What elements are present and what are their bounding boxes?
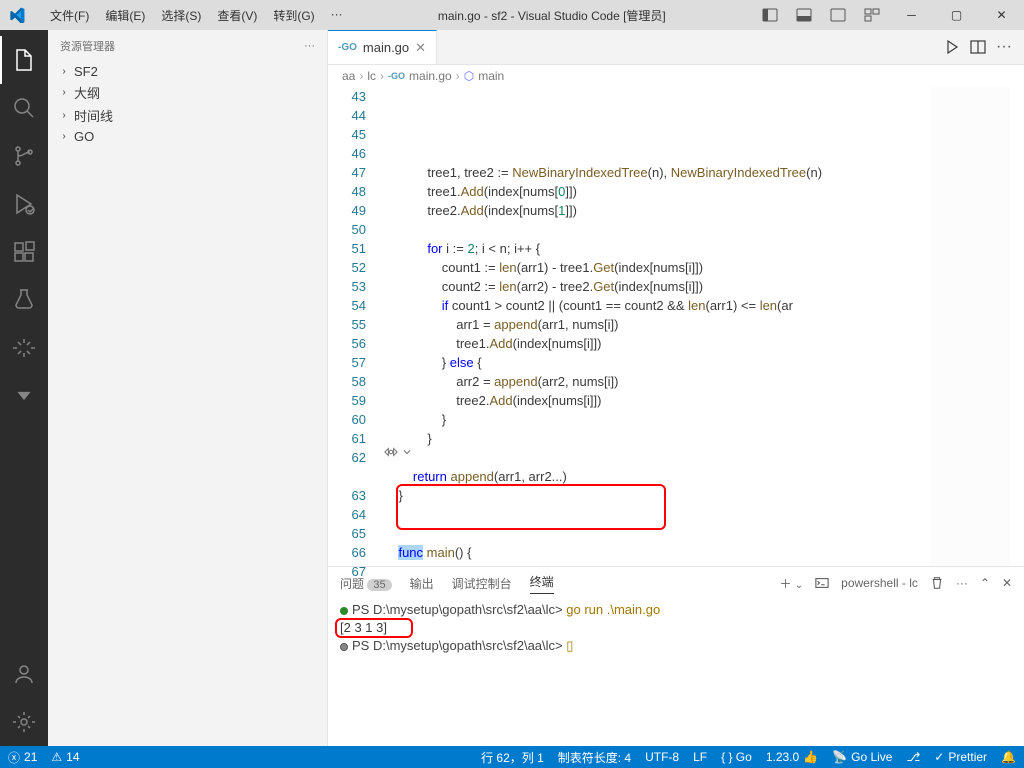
run-debug-icon[interactable] bbox=[0, 180, 48, 228]
status-eol[interactable]: LF bbox=[693, 750, 707, 764]
sidebar-item-sf2[interactable]: ›SF2 bbox=[48, 62, 327, 81]
maximize-button[interactable]: ▢ bbox=[934, 0, 979, 30]
panel-tab-terminal[interactable]: 终端 bbox=[530, 573, 554, 594]
menu-more[interactable]: ··· bbox=[323, 7, 351, 24]
go-file-icon: -GO bbox=[338, 42, 357, 53]
status-bell-icon[interactable]: 🔔 bbox=[1001, 750, 1016, 764]
window-title: main.go - sf2 - Visual Studio Code [管理员] bbox=[351, 7, 753, 24]
extensions-icon[interactable] bbox=[0, 228, 48, 276]
breadcrumb[interactable]: aa› lc› -GOmain.go› ⬡main bbox=[328, 65, 1024, 87]
terminal[interactable]: PS D:\mysetup\gopath\src\sf2\aa\lc> go r… bbox=[328, 599, 1024, 746]
vscode-logo-icon bbox=[0, 7, 34, 23]
panel: 问题 35 输出 调试控制台 终端 ＋ ⌄ powershell - lc ··… bbox=[328, 566, 1024, 746]
layout-sidebar-left-icon[interactable] bbox=[753, 7, 787, 23]
terminal-profile-icon[interactable] bbox=[815, 576, 829, 590]
broadcast-icon: 📡 bbox=[832, 750, 847, 764]
sidebar-item-outline[interactable]: ›大纲 bbox=[48, 81, 327, 104]
status-go-version[interactable]: 1.23.0 👍 bbox=[766, 750, 818, 764]
sidebar-item-go[interactable]: ›GO bbox=[48, 127, 327, 146]
chevron-down-triangle-icon[interactable] bbox=[0, 372, 48, 420]
chevron-right-icon: › bbox=[58, 131, 70, 142]
status-language[interactable]: { } Go bbox=[721, 750, 752, 764]
sidebar-item-timeline[interactable]: ›时间线 bbox=[48, 104, 327, 127]
trash-icon[interactable] bbox=[930, 576, 944, 590]
chevron-right-icon: › bbox=[58, 66, 70, 77]
layout-sidebar-right-icon[interactable] bbox=[821, 7, 855, 23]
activity-bar bbox=[0, 30, 48, 746]
error-icon: ⓧ bbox=[8, 749, 20, 766]
main-menu: 文件(F) 编辑(E) 选择(S) 查看(V) 转到(G) ··· bbox=[42, 7, 351, 24]
tab-close-icon[interactable]: ✕ bbox=[415, 40, 426, 56]
tab-more-icon[interactable]: ··· bbox=[996, 38, 1012, 56]
split-editor-icon[interactable] bbox=[970, 39, 986, 55]
line-gutter: 4344454647484950515253545556575859606162… bbox=[328, 87, 384, 566]
close-button[interactable]: ✕ bbox=[979, 0, 1024, 30]
status-encoding[interactable]: UTF-8 bbox=[645, 750, 679, 764]
tab-main-go[interactable]: -GO main.go ✕ bbox=[328, 30, 437, 64]
status-bar: ⓧ21 ⚠14 行 62，列 1 制表符长度: 4 UTF-8 LF { } G… bbox=[0, 746, 1024, 768]
gear-icon[interactable] bbox=[0, 698, 48, 746]
menu-file[interactable]: 文件(F) bbox=[42, 7, 97, 24]
check-icon: ✓ bbox=[934, 750, 944, 764]
terminal-dropdown[interactable]: powershell - lc bbox=[841, 576, 918, 590]
symbol-icon: ⬡ bbox=[464, 69, 474, 83]
status-errors[interactable]: ⓧ21 bbox=[8, 749, 37, 766]
status-warnings[interactable]: ⚠14 bbox=[51, 750, 79, 764]
minimize-button[interactable]: ─ bbox=[889, 0, 934, 30]
close-panel-icon[interactable]: ✕ bbox=[1002, 576, 1012, 590]
layout-customize-icon[interactable] bbox=[855, 7, 889, 23]
thumbs-up-icon: 👍 bbox=[803, 750, 818, 764]
editor-tabs: -GO main.go ✕ ··· bbox=[328, 30, 1024, 65]
run-code-icon[interactable] bbox=[944, 39, 960, 55]
chevron-right-icon: › bbox=[58, 110, 70, 121]
menu-edit[interactable]: 编辑(E) bbox=[97, 7, 153, 24]
editor-area: -GO main.go ✕ ··· aa› lc› -GOmain.go› ⬡m… bbox=[328, 30, 1024, 746]
status-indent[interactable]: 制表符长度: 4 bbox=[558, 749, 631, 766]
status-git-icon[interactable]: ⎇ bbox=[906, 750, 920, 764]
source-control-icon[interactable] bbox=[0, 132, 48, 180]
tab-label: main.go bbox=[363, 40, 409, 55]
go-file-icon: -GO bbox=[388, 71, 405, 81]
status-prettier[interactable]: ✓Prettier bbox=[934, 750, 987, 764]
testing-icon[interactable] bbox=[0, 276, 48, 324]
status-golive[interactable]: 📡Go Live bbox=[832, 750, 892, 764]
chevron-right-icon: › bbox=[58, 87, 70, 98]
sidebar-more-icon[interactable]: ··· bbox=[304, 40, 315, 52]
status-cursor[interactable]: 行 62，列 1 bbox=[481, 749, 544, 766]
panel-tab-debug-console[interactable]: 调试控制台 bbox=[452, 575, 512, 592]
code-editor[interactable]: tree1, tree2 := NewBinaryIndexedTree(n),… bbox=[384, 87, 1024, 566]
layout-panel-icon[interactable] bbox=[787, 7, 821, 23]
menu-goto[interactable]: 转到(G) bbox=[265, 7, 322, 24]
new-terminal-icon[interactable]: ＋ ⌄ bbox=[779, 575, 803, 592]
titlebar: 文件(F) 编辑(E) 选择(S) 查看(V) 转到(G) ··· main.g… bbox=[0, 0, 1024, 30]
maximize-panel-icon[interactable]: ⌃ bbox=[980, 576, 990, 590]
sidebar: 资源管理器 ··· ›SF2 ›大纲 ›时间线 ›GO bbox=[48, 30, 328, 746]
warning-icon: ⚠ bbox=[51, 750, 62, 764]
panel-more-icon[interactable]: ··· bbox=[956, 576, 968, 590]
panel-tab-output[interactable]: 输出 bbox=[410, 575, 434, 592]
code-lens-icons[interactable] bbox=[384, 445, 413, 459]
explorer-icon[interactable] bbox=[0, 36, 48, 84]
account-icon[interactable] bbox=[0, 650, 48, 698]
sidebar-header: 资源管理器 bbox=[60, 38, 304, 54]
search-icon[interactable] bbox=[0, 84, 48, 132]
sparkle-icon[interactable] bbox=[0, 324, 48, 372]
menu-select[interactable]: 选择(S) bbox=[153, 7, 209, 24]
menu-view[interactable]: 查看(V) bbox=[209, 7, 265, 24]
